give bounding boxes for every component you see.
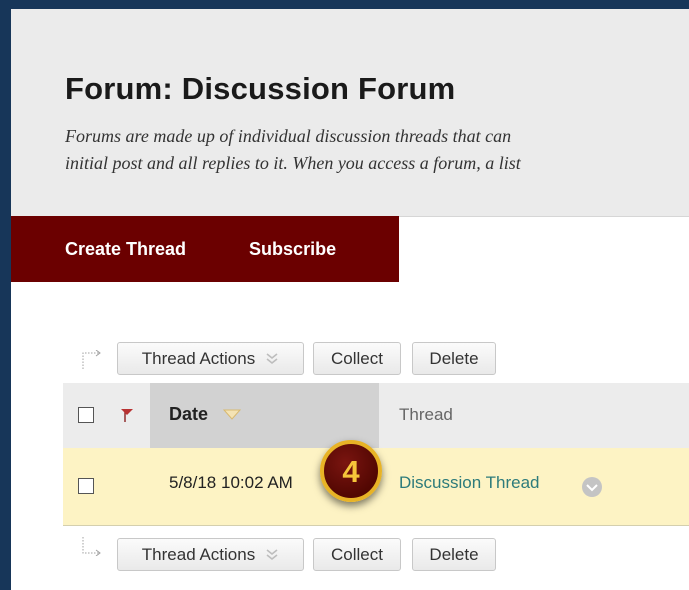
table-header: Date Thread [63,383,689,449]
double-chevron-down-icon [266,352,278,364]
thread-column-header[interactable]: Thread [399,405,453,425]
content-frame: Forum: Discussion Forum Forums are made … [11,9,689,590]
thread-actions-label-bottom: Thread Actions [141,544,256,564]
double-chevron-down-icon [266,548,278,560]
create-thread-button[interactable]: Create Thread [65,239,186,260]
select-all-checkbox[interactable] [78,407,94,423]
page-header: Forum: Discussion Forum Forums are made … [11,9,689,217]
subscribe-button[interactable]: Subscribe [249,239,336,260]
page-description: Forums are made up of individual discuss… [65,123,521,177]
thread-actions-button-top[interactable]: Thread Actions [117,342,304,375]
discussion-thread-link[interactable]: Discussion Thread [399,473,539,493]
dotted-arrow-icon-bottom [82,537,101,556]
collect-button-bottom[interactable]: Collect [313,538,401,571]
flag-icon[interactable] [120,407,134,423]
delete-button-bottom[interactable]: Delete [412,538,496,571]
collect-button-top[interactable]: Collect [313,342,401,375]
thread-actions-label: Thread Actions [141,348,256,368]
circle-chevron-down-icon[interactable] [581,476,603,498]
row-date: 5/8/18 10:02 AM [169,473,293,492]
page-description-line-2: initial post and all replies to it. When… [65,153,521,173]
page-title: Forum: Discussion Forum [65,71,456,106]
action-bar: Create Thread Subscribe [11,216,399,282]
thread-actions-button-bottom[interactable]: Thread Actions [117,538,304,571]
date-column-header[interactable]: Date [169,404,208,425]
chevron-down-icon[interactable] [223,409,241,421]
page-description-line-1: Forums are made up of individual discuss… [65,126,512,146]
row-checkbox[interactable] [78,478,94,494]
delete-button-top[interactable]: Delete [412,342,496,375]
dotted-arrow-icon [82,350,101,369]
step-number-badge: 4 [320,440,382,502]
